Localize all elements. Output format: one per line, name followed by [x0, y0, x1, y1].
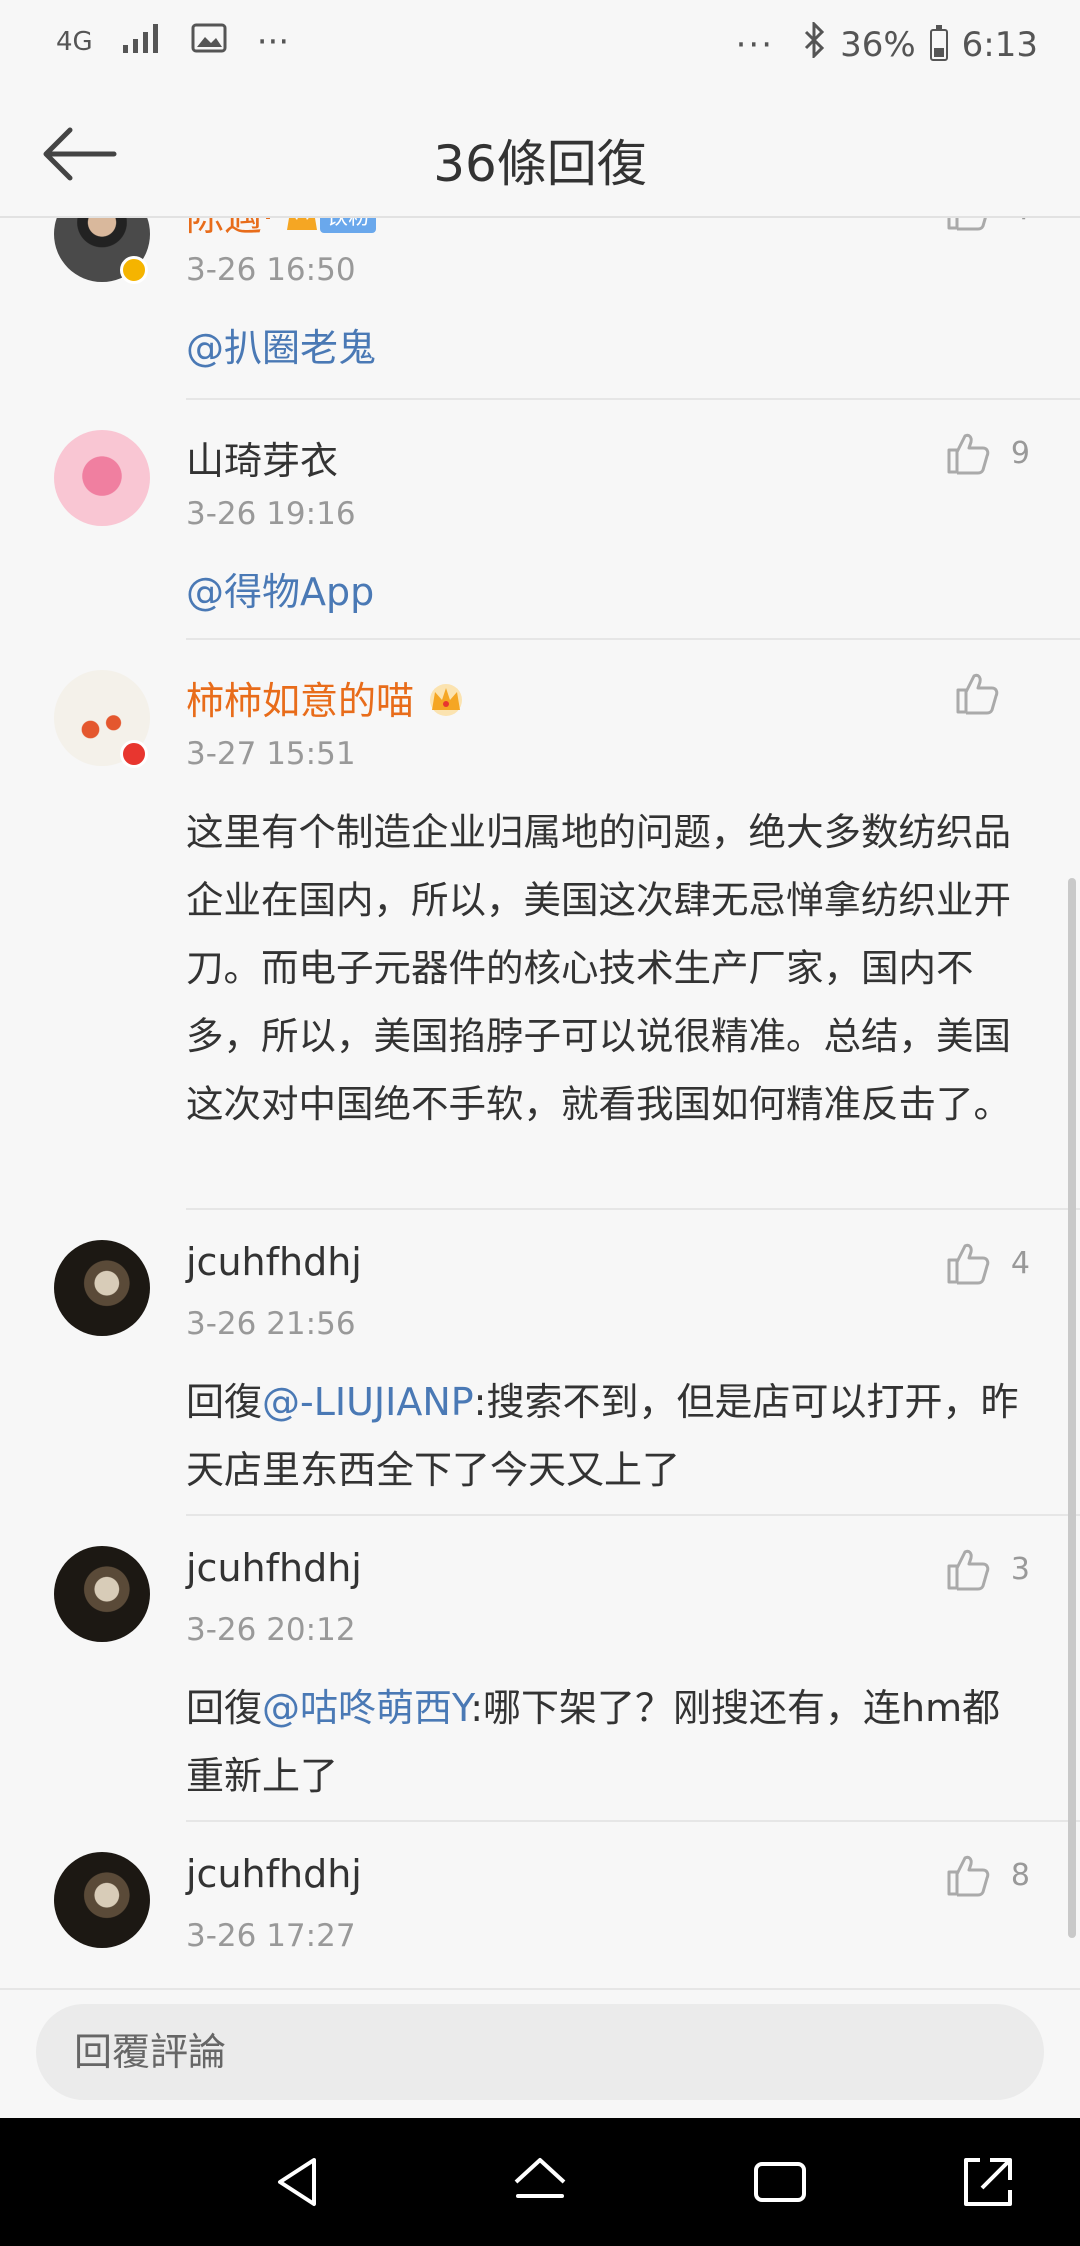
- comment-body: 回復@-LIUJIANP:搜索不到，但是店可以打开，昨天店里东西全下了今天又上了: [186, 1368, 1036, 1504]
- page-title: 36條回復: [433, 135, 647, 193]
- avatar[interactable]: [54, 1240, 150, 1336]
- comment-time: 3-26 19:16: [186, 496, 356, 532]
- status-bar: 4G ··· ··· 36% 6:13: [0, 0, 1080, 92]
- comment-text: 这里有个制造企业归属地的问题，绝大多数纺织品企业在国内，所以，美国这次肆无忌惮拿…: [186, 810, 1011, 1126]
- like-count: 3: [1010, 1551, 1030, 1587]
- signal-icon: [122, 22, 161, 62]
- fan-level-badge: 铁粉: [320, 218, 377, 233]
- thumbs-up-icon: [956, 673, 999, 715]
- like-count: 9: [1010, 435, 1030, 471]
- bluetooth-icon: [802, 20, 826, 67]
- comment-username[interactable]: jcuhfhdhj: [186, 1240, 362, 1284]
- nav-recents-button[interactable]: [750, 2152, 810, 2212]
- more-notifications-icon: ···: [256, 22, 290, 62]
- triangle-back-icon: [278, 2158, 316, 2206]
- top-app-bar: 36條回復: [0, 92, 1080, 218]
- comment-time: 3-27 15:51: [186, 736, 356, 772]
- comment-list[interactable]: 陈遇· 铁粉 3-26 16:50 4 @扒圈老鬼 山琦芽衣 3-26 19:16…: [0, 218, 1080, 1988]
- battery-percent: 36%: [840, 24, 916, 65]
- gallery-notification-icon: [191, 22, 227, 62]
- crown-icon: [284, 218, 320, 243]
- reply-comment-input[interactable]: [36, 2004, 1044, 2100]
- comment-item[interactable]: 陈遇· 铁粉 3-26 16:50 4 @扒圈老鬼: [0, 218, 1080, 400]
- like-button[interactable]: 4: [945, 1240, 1030, 1286]
- nav-home-button[interactable]: [510, 2152, 570, 2212]
- reply-bar: [0, 1988, 1080, 2118]
- scrollbar[interactable]: [1068, 878, 1076, 1938]
- verified-badge-icon: [120, 256, 148, 284]
- like-button[interactable]: 3: [945, 1546, 1030, 1592]
- comment-item[interactable]: jcuhfhdhj 3-26 21:56 4 回復@-LIUJIANP:搜索不到…: [0, 1210, 1080, 1516]
- thumbs-up-icon: [947, 1243, 990, 1285]
- nav-back-button[interactable]: [270, 2152, 330, 2212]
- comment-body: @得物App: [186, 558, 1036, 626]
- thumbs-up-icon: [947, 1855, 990, 1897]
- mention-link[interactable]: @-LIUJIANP: [262, 1380, 474, 1424]
- comment-item[interactable]: 山琦芽衣 3-26 19:16 9 @得物App: [0, 400, 1080, 640]
- expand-icon: [964, 2158, 1012, 2206]
- comment-time: 3-26 21:56: [186, 1306, 356, 1342]
- mention-link[interactable]: @咕咚萌西Y: [262, 1686, 470, 1730]
- comment-username[interactable]: jcuhfhdhj: [186, 1546, 362, 1590]
- comment-username[interactable]: jcuhfhdhj: [186, 1852, 362, 1896]
- recents-icon: [754, 2162, 806, 2202]
- like-button[interactable]: 4: [945, 218, 1030, 232]
- comment-username[interactable]: 山琦芽衣: [186, 430, 338, 485]
- more-status-icon: ···: [735, 24, 775, 65]
- clock: 6:13: [961, 24, 1038, 65]
- avatar[interactable]: [54, 1546, 150, 1642]
- reply-prefix: 回復: [186, 1380, 263, 1424]
- username-text: 陈遇·: [186, 218, 274, 239]
- thumbs-up-icon: [947, 433, 990, 475]
- like-button[interactable]: 9: [945, 430, 1030, 476]
- like-count: 4: [1010, 1245, 1030, 1281]
- system-nav-bar: [0, 2118, 1080, 2246]
- like-button[interactable]: [954, 670, 1020, 716]
- comment-item[interactable]: jcuhfhdhj 3-26 20:12 3 回復@咕咚萌西Y:哪下架了？刚搜还…: [0, 1516, 1080, 1822]
- thumbs-up-icon: [947, 1549, 990, 1591]
- comment-username[interactable]: 柿柿如意的喵: [186, 670, 468, 727]
- home-icon: [514, 2158, 566, 2198]
- comment-time: 3-26 20:12: [186, 1612, 356, 1648]
- comment-time: 3-26 16:50: [186, 252, 356, 288]
- comment-item[interactable]: 柿柿如意的喵 3-27 15:51 这里有个制造企业归属地的问题，绝大多数纺织品…: [0, 640, 1080, 1210]
- member-badge-icon: [120, 740, 148, 768]
- crown-icon: [424, 680, 468, 727]
- avatar[interactable]: [54, 1852, 150, 1948]
- like-count: 4: [1011, 218, 1030, 227]
- battery-icon: [929, 24, 948, 61]
- mention-link[interactable]: @扒圈老鬼: [186, 326, 376, 370]
- comment-item[interactable]: jcuhfhdhj 3-26 17:27 8: [0, 1822, 1080, 1988]
- comment-username[interactable]: 陈遇· 铁粉: [186, 218, 377, 243]
- comment-body: @扒圈老鬼: [186, 314, 1036, 382]
- mention-link[interactable]: @得物App: [186, 570, 374, 614]
- nav-expand-button[interactable]: [958, 2152, 1018, 2212]
- like-count: 8: [1010, 1857, 1030, 1893]
- reply-prefix: 回復: [186, 1686, 263, 1730]
- comment-body: 回復@咕咚萌西Y:哪下架了？刚搜还有，连hm都重新上了: [186, 1674, 1036, 1810]
- avatar[interactable]: [54, 430, 150, 526]
- like-button[interactable]: 8: [945, 1852, 1030, 1898]
- username-text: 柿柿如意的喵: [186, 679, 415, 723]
- network-label: 4G: [56, 27, 93, 57]
- comment-time: 3-26 17:27: [186, 1918, 356, 1954]
- thumbs-up-icon: [947, 218, 987, 231]
